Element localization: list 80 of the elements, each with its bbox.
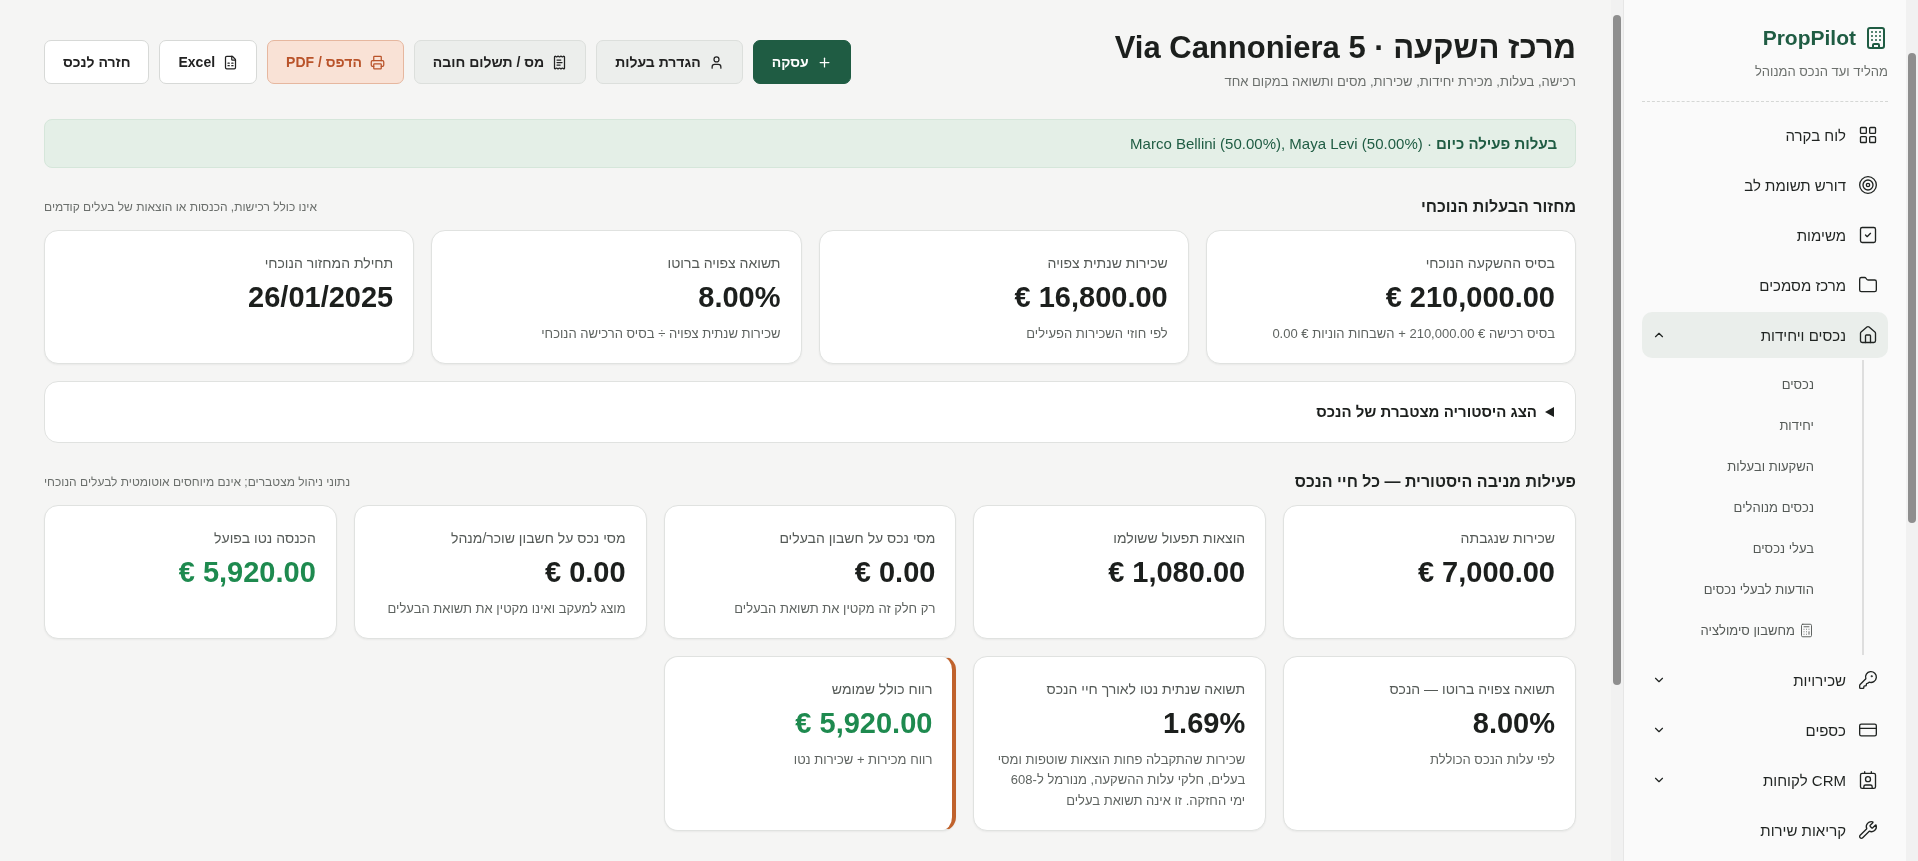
stat-label: מסי נכס על חשבון שוכר/מנהל <box>451 529 626 546</box>
stat-label: רווח כולל שמומש <box>831 680 933 697</box>
document-icon <box>552 54 568 70</box>
nav-item[interactable]: כספים <box>1642 707 1888 753</box>
plus-icon <box>816 54 832 70</box>
section-note: אינו כולל רכישות, הכנסות או הוצאות של בעלים קודמים <box>44 200 317 214</box>
stat-label: תשואה צפויה ברוטו <box>667 255 781 271</box>
folder-icon <box>1858 275 1878 295</box>
stat-label: תחילת המחזור הנוכחי <box>264 255 394 271</box>
checkbox-icon <box>1858 225 1878 245</box>
stat-label: בסיס ההשקעה הנוכחי <box>1425 255 1555 271</box>
stat-value: 26/01/2025 <box>248 281 394 314</box>
scrollbar[interactable] <box>1611 0 1623 861</box>
stat-value: € 0.00 <box>854 555 936 589</box>
nav-subitem[interactable]: השקעות ובעלות <box>1642 446 1862 487</box>
nav-subitem[interactable]: מחשבון סימולציה <box>1642 610 1862 651</box>
contact-card-icon <box>1858 770 1878 790</box>
stat-value: € 16,800.00 <box>1014 281 1168 314</box>
house-icon <box>1858 325 1878 345</box>
stat-note: שכירות שנתית צפויה ÷ בסיס הרכישה הנוכחי <box>541 325 781 343</box>
section-title: מחזור הבעלות הנוכחי <box>1420 198 1576 216</box>
nav-subitem[interactable]: הודעות לבעלי נכסים <box>1642 569 1862 610</box>
action-button[interactable]: Excel <box>159 40 258 84</box>
action-button[interactable]: מס / תשלום חובה <box>413 40 587 84</box>
key-icon <box>1858 670 1878 690</box>
stat-label: הוצאות תפעול ששולמו <box>1113 529 1246 546</box>
brand-name: PropPilot <box>1762 26 1856 50</box>
nav-subitem[interactable]: נכסים <box>1642 364 1862 405</box>
action-button[interactable]: חזרה לנכס <box>44 40 150 84</box>
action-button[interactable]: הגדרת בעלות <box>596 40 743 84</box>
stat-note: בסיס רכישה € 210,000.00 + השבחות הוניות € 0.00 <box>1272 325 1555 343</box>
nav-item[interactable]: דורש תשומת לב <box>1642 162 1888 208</box>
stat-value: 8.00% <box>1472 706 1555 740</box>
stat-label: מסי נכס על חשבון הבעלים <box>779 529 936 546</box>
scrollbar[interactable] <box>1906 0 1918 861</box>
stat-label: הכנסה נטו בפועל <box>214 529 316 546</box>
stat-value: € 1,080.00 <box>1108 555 1246 589</box>
nav-item[interactable]: נכסים ויחידות <box>1642 312 1888 358</box>
stat-value: € 210,000.00 <box>1385 281 1555 314</box>
stat-value: 1.69% <box>1162 706 1246 740</box>
page-title: מרכז השקעה · Via Cannoniera 5 <box>1114 30 1576 66</box>
nav-subitem[interactable]: יחידות <box>1642 405 1862 446</box>
spreadsheet-icon <box>223 54 239 70</box>
stat-label: תשואה שנתית נטו לאורך חיי הנכס <box>1046 680 1246 697</box>
nav-item[interactable]: קריאות שירות <box>1642 807 1888 853</box>
building-icon <box>1864 26 1888 50</box>
printer-icon <box>369 54 385 70</box>
stat-label: שכירות שנתית צפויה <box>1047 255 1168 271</box>
stat-value: € 0.00 <box>544 555 626 589</box>
nav-item[interactable]: מרכז מסמכים <box>1642 262 1888 308</box>
nav-item[interactable]: לוח בקרה <box>1642 112 1888 158</box>
action-button[interactable]: הדפס / PDF <box>267 40 404 84</box>
stat-note: לפי עלות הנכס הכוללת <box>1429 750 1555 769</box>
stat-value: 8.00% <box>698 281 781 314</box>
grid-icon <box>1858 125 1878 145</box>
nav-item[interactable]: משימות <box>1642 212 1888 258</box>
nav-subitem[interactable]: בעלי נכסים <box>1642 528 1862 569</box>
brand-tagline: מהליד ועד הנכס המנוהל <box>1754 64 1888 79</box>
history-toggle[interactable]: הצג היסטוריה מצטברת של הנכס <box>44 380 1576 443</box>
section-title: פעילות מניבה היסטורית — כל חיי הנכס <box>1294 472 1576 491</box>
page-subtitle: רכישה, בעלות, מכירת יחידות, שכירות, מסים ותשואה במקום אחד <box>1223 74 1576 89</box>
nav-subitem[interactable]: נכסים מנוהלים <box>1642 487 1862 528</box>
stat-note: רק חלק זה מקטין את תשואת הבעלים <box>734 599 936 618</box>
nav-item[interactable]: שכירויות <box>1642 657 1888 703</box>
section-note: נתוני ניהול מצטברים; אינם מיוחסים אוטומטית לבעלים הנוכחי <box>44 474 351 489</box>
stat-label: תשואה צפויה ברוטו — הנכס <box>1389 680 1555 697</box>
nav-item[interactable]: CRM לקוחות <box>1642 757 1888 803</box>
stat-note: לפי חוזי השכירות הפעילים <box>1026 325 1168 343</box>
person-icon <box>708 54 724 70</box>
stat-note: רווח מכירות + שכירות נטו <box>793 750 933 769</box>
stat-note: שכירות שהתקבלה פחות הוצאות שוטפות ומסי בעלים, חלקי עלות ההשקעה, מנורמל ל-608 ימי החזקה. זו אינה תשואת בעלים <box>996 750 1246 811</box>
calculator-icon <box>1799 623 1814 638</box>
stat-value: € 7,000.00 <box>1417 555 1555 589</box>
stat-label: שכירות שנגבתה <box>1460 529 1555 546</box>
action-button[interactable]: עסקה <box>752 40 851 84</box>
wrench-icon <box>1858 820 1878 840</box>
stat-value: € 5,920.00 <box>178 555 316 589</box>
stat-value: € 5,920.00 <box>795 706 933 740</box>
stat-note: מוצג למעקב ואינו מקטין את תשואת הבעלים <box>387 599 626 618</box>
target-icon <box>1858 175 1878 195</box>
